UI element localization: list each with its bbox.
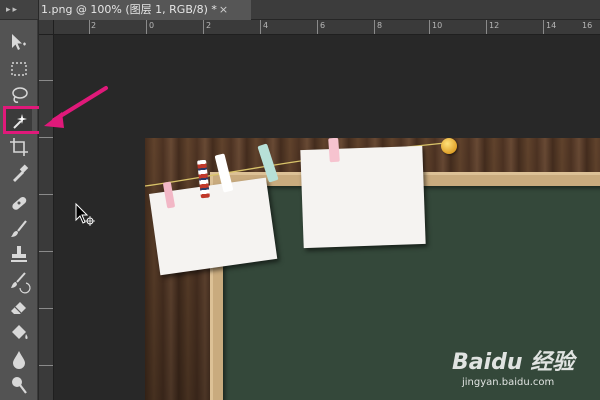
- ruler-label: 2: [206, 21, 212, 30]
- ruler-tick: [39, 365, 53, 366]
- ruler-tick: [486, 20, 487, 34]
- clone-stamp-tool[interactable]: [6, 242, 32, 268]
- brush-icon: [11, 220, 27, 237]
- ruler-label: 14: [546, 21, 557, 30]
- ruler-tick: [89, 20, 90, 34]
- toolbar-collapse-grip[interactable]: ▸▸: [0, 0, 38, 20]
- eraser-icon: [11, 302, 26, 314]
- lasso-icon: [12, 87, 28, 103]
- ruler-tick: [374, 20, 375, 34]
- rect-marquee-icon: [11, 62, 27, 76]
- ruler-tick: [39, 137, 53, 138]
- brush-tool[interactable]: [6, 216, 32, 242]
- baidu-watermark: Baidu 经验 jingyan.baidu.com: [452, 344, 574, 388]
- eyedropper-icon: [13, 164, 29, 182]
- history-brush-icon: [11, 272, 31, 294]
- bandage-icon: [12, 196, 27, 210]
- paint-bucket-tool[interactable]: [6, 320, 32, 346]
- watermark-url: jingyan.baidu.com: [462, 377, 555, 388]
- annotation-arrow-icon: [44, 86, 108, 128]
- ruler-label: 2: [91, 21, 97, 30]
- document-tab[interactable]: 1.png @ 100% (图层 1, RGB/8) * ×: [39, 0, 251, 20]
- document-tab-title: 1.png @ 100% (图层 1, RGB/8) *: [41, 3, 217, 16]
- document-tab-bar: 1.png @ 100% (图层 1, RGB/8) * ×: [39, 0, 600, 20]
- tools-panel: ▸▸: [0, 0, 42, 400]
- eraser-tool[interactable]: [6, 294, 32, 320]
- ruler-label: 16: [582, 21, 593, 30]
- ruler-tick: [317, 20, 318, 34]
- ruler-tick: [39, 80, 53, 81]
- blur-tool[interactable]: [6, 346, 32, 372]
- ruler-tick: [39, 308, 53, 309]
- ruler-tick: [39, 194, 53, 195]
- photo-card-right: [300, 145, 426, 249]
- horizontal-ruler[interactable]: 2 0 2 4 6 8 10 12 14 16: [39, 20, 600, 35]
- crop-tool[interactable]: [6, 134, 32, 160]
- dodge-icon: [12, 377, 27, 394]
- eyedropper-tool[interactable]: [6, 160, 32, 186]
- marquee-tool[interactable]: [6, 56, 32, 82]
- watermark-logo: Baidu 经验: [452, 350, 575, 375]
- ruler-label: 4: [263, 21, 269, 30]
- ruler-label: 8: [377, 21, 383, 30]
- ruler-tick: [39, 251, 53, 252]
- ruler-tick: [146, 20, 147, 34]
- move-icon: [12, 34, 26, 50]
- ruler-origin[interactable]: [39, 20, 54, 35]
- lasso-tool[interactable]: [6, 82, 32, 108]
- ruler-label: 6: [320, 21, 326, 30]
- pushpin: [441, 138, 457, 154]
- healing-brush-tool[interactable]: [6, 190, 32, 216]
- close-icon[interactable]: ×: [219, 3, 228, 16]
- move-cursor-icon: [75, 202, 95, 226]
- ruler-label: 10: [432, 21, 443, 30]
- ruler-tick: [543, 20, 544, 34]
- history-brush-tool[interactable]: [6, 268, 32, 294]
- crop-icon: [10, 138, 28, 156]
- dodge-tool[interactable]: [6, 372, 32, 398]
- move-tool[interactable]: [6, 30, 32, 56]
- clothespin: [328, 138, 340, 163]
- ruler-tick: [260, 20, 261, 34]
- ruler-label: 12: [489, 21, 500, 30]
- ruler-tick: [203, 20, 204, 34]
- ruler-tick: [429, 20, 430, 34]
- bucket-icon: [12, 325, 28, 339]
- stamp-icon: [11, 246, 27, 262]
- ruler-label: 0: [149, 21, 155, 30]
- selected-tool-highlight: [3, 106, 42, 134]
- drop-icon: [13, 351, 25, 369]
